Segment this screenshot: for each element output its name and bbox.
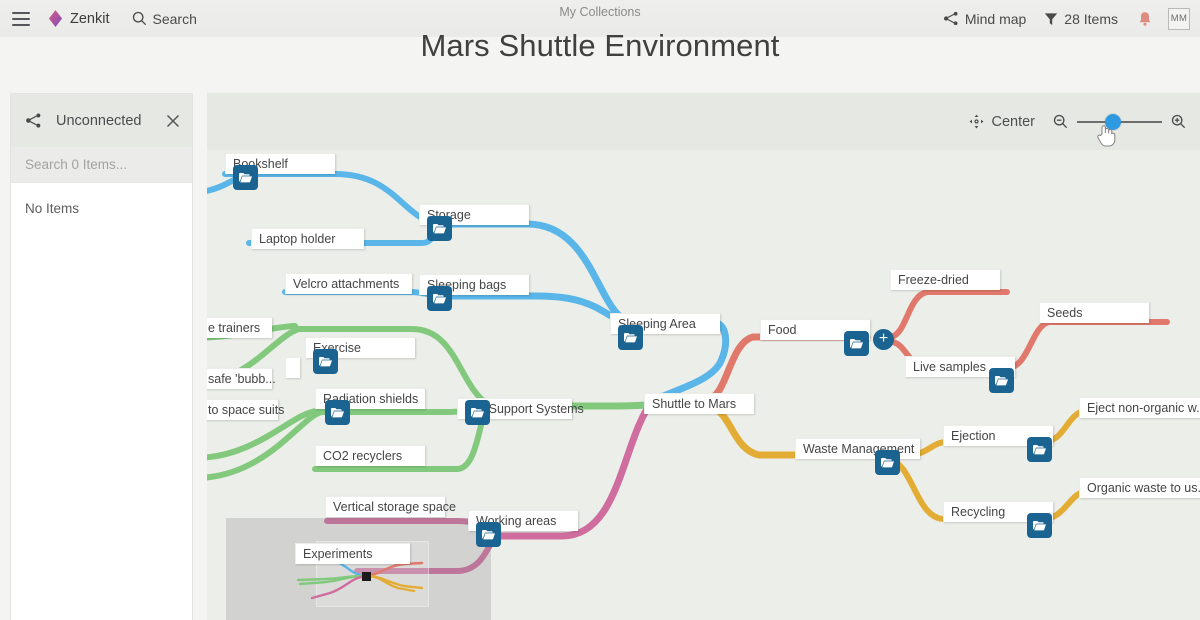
node-storage-folder-icon[interactable] bbox=[427, 216, 452, 241]
node-sleeping-area-folder-icon[interactable] bbox=[618, 325, 643, 350]
center-view-button[interactable]: Center bbox=[969, 114, 1035, 130]
mind-map-icon bbox=[943, 11, 958, 26]
node-blank[interactable] bbox=[285, 357, 300, 378]
node-freeze-dried[interactable]: Freeze-dried bbox=[890, 269, 1000, 290]
node-live-samples-folder-icon[interactable] bbox=[989, 368, 1014, 393]
close-icon bbox=[166, 114, 180, 127]
zoom-out-icon[interactable] bbox=[1053, 114, 1068, 129]
view-switch-label: Mind map bbox=[964, 10, 1027, 27]
unconnected-panel: Unconnected No Items bbox=[10, 93, 193, 620]
minimap-preview-graphic bbox=[296, 554, 424, 600]
search-button[interactable]: Search bbox=[132, 11, 197, 27]
folder-open-icon bbox=[881, 457, 894, 468]
avatar-initials: MM bbox=[1170, 13, 1188, 24]
notification-bell-button[interactable] bbox=[1138, 11, 1152, 27]
node-experiments[interactable]: Experiments bbox=[295, 543, 410, 564]
zoom-controls[interactable] bbox=[1053, 113, 1186, 130]
folder-open-icon bbox=[433, 293, 446, 304]
node-safe-bubble[interactable]: safe 'bubb... bbox=[207, 368, 276, 389]
node-radiation-shields-folder-icon[interactable] bbox=[465, 400, 490, 425]
search-label: Search bbox=[152, 10, 197, 27]
folder-open-icon bbox=[995, 375, 1008, 386]
hamburger-menu-icon[interactable] bbox=[10, 10, 32, 28]
unconnected-panel-header: Unconnected bbox=[11, 94, 192, 147]
filter-items-label: 28 Items bbox=[1064, 10, 1118, 27]
node-label: Experiments bbox=[303, 547, 373, 561]
page-title: Mars Shuttle Environment bbox=[420, 28, 780, 63]
node-ejection-folder-icon[interactable] bbox=[1027, 437, 1052, 462]
minimap-overlay[interactable] bbox=[226, 518, 491, 620]
mind-map-canvas[interactable]: Bookshelf Laptop holder Storage Velcro a… bbox=[207, 93, 1200, 620]
node-laptop-holder[interactable]: Laptop holder bbox=[251, 228, 364, 249]
close-panel-button[interactable] bbox=[166, 114, 180, 128]
view-switch-mind-map[interactable]: Mind map bbox=[943, 11, 1026, 27]
node-co2-recyclers[interactable]: CO2 recyclers bbox=[315, 445, 425, 466]
node-label: Vertical storage space bbox=[333, 500, 456, 514]
node-recycling-folder-icon[interactable] bbox=[1027, 513, 1052, 538]
node-root-shuttle-to-mars[interactable]: Shuttle to Mars bbox=[644, 393, 754, 414]
folder-open-icon bbox=[239, 172, 252, 183]
node-eject-non-organic-waste[interactable]: Eject non-organic w... bbox=[1079, 397, 1200, 418]
zoom-in-icon[interactable] bbox=[1171, 114, 1186, 129]
zoom-slider[interactable] bbox=[1077, 113, 1162, 130]
brand-name: Zenkit bbox=[70, 10, 110, 27]
node-sleeping-bags-folder-icon[interactable] bbox=[427, 286, 452, 311]
node-working-areas-folder-icon[interactable] bbox=[476, 522, 501, 547]
center-crosshair-icon bbox=[970, 114, 984, 129]
node-bookshelf-folder-icon[interactable] bbox=[233, 165, 258, 190]
brand-link[interactable]: Zenkit bbox=[48, 10, 110, 27]
avatar[interactable]: MM bbox=[1168, 7, 1190, 30]
unconnected-search-row[interactable] bbox=[11, 147, 192, 183]
node-label: Live samples bbox=[913, 360, 986, 374]
folder-open-icon bbox=[471, 407, 484, 418]
node-label: Shuttle to Mars bbox=[652, 397, 737, 411]
search-icon bbox=[132, 11, 146, 26]
node-velcro-attachments[interactable]: Velcro attachments bbox=[285, 273, 412, 294]
node-trainers[interactable]: e trainers bbox=[207, 317, 272, 338]
node-label: Laptop holder bbox=[259, 232, 336, 246]
node-label: Freeze-dried bbox=[898, 273, 969, 287]
filter-icon bbox=[1045, 12, 1058, 25]
folder-open-icon bbox=[624, 332, 637, 343]
node-vertical-storage-space[interactable]: Vertical storage space bbox=[325, 496, 456, 517]
unconnected-panel-title: Unconnected bbox=[56, 112, 142, 129]
node-label: Organic waste to us... bbox=[1087, 481, 1200, 495]
folder-open-icon bbox=[319, 356, 332, 367]
folder-open-icon bbox=[1033, 520, 1046, 531]
node-label: to space suits bbox=[208, 403, 285, 417]
folder-open-icon bbox=[433, 223, 446, 234]
node-label: Eject non-organic w... bbox=[1087, 401, 1200, 415]
node-space-suits[interactable]: to space suits bbox=[207, 399, 284, 420]
node-waste-management[interactable]: Waste Management bbox=[795, 438, 920, 459]
node-waste-management-folder-icon[interactable] bbox=[875, 450, 900, 475]
zenkit-diamond-logo-icon bbox=[48, 10, 63, 27]
notification-bell-icon bbox=[1139, 11, 1151, 26]
folder-open-icon bbox=[482, 529, 495, 540]
node-food-folder-icon[interactable] bbox=[844, 331, 869, 356]
node-label: Recycling bbox=[951, 505, 1006, 519]
center-view-label: Center bbox=[991, 113, 1035, 130]
node-organic-waste-to-use[interactable]: Organic waste to us... bbox=[1079, 477, 1200, 498]
node-label: Ejection bbox=[951, 429, 996, 443]
mind-map-toolbar: Center bbox=[207, 93, 1200, 150]
node-radiation-shields-folder-icon-left[interactable] bbox=[325, 400, 350, 425]
node-label: Food bbox=[768, 323, 797, 337]
folder-open-icon bbox=[331, 407, 344, 418]
node-seeds[interactable]: Seeds bbox=[1039, 302, 1149, 323]
node-exercise-folder-icon[interactable] bbox=[313, 349, 338, 374]
unconnected-search-input[interactable] bbox=[25, 157, 178, 172]
node-label: Velcro attachments bbox=[293, 277, 400, 291]
zoom-slider-thumb[interactable] bbox=[1105, 113, 1121, 130]
add-child-node-button[interactable]: + bbox=[873, 329, 894, 350]
mind-map-icon bbox=[26, 113, 41, 128]
node-label: Seeds bbox=[1047, 306, 1083, 320]
node-label: e trainers bbox=[208, 321, 261, 335]
folder-open-icon bbox=[1033, 444, 1046, 455]
node-label: CO2 recyclers bbox=[323, 449, 403, 463]
folder-open-icon bbox=[850, 338, 863, 349]
node-label: safe 'bubb... bbox=[208, 372, 276, 386]
filter-items-button[interactable]: 28 Items bbox=[1044, 11, 1118, 27]
unconnected-empty-message: No Items bbox=[25, 201, 80, 216]
